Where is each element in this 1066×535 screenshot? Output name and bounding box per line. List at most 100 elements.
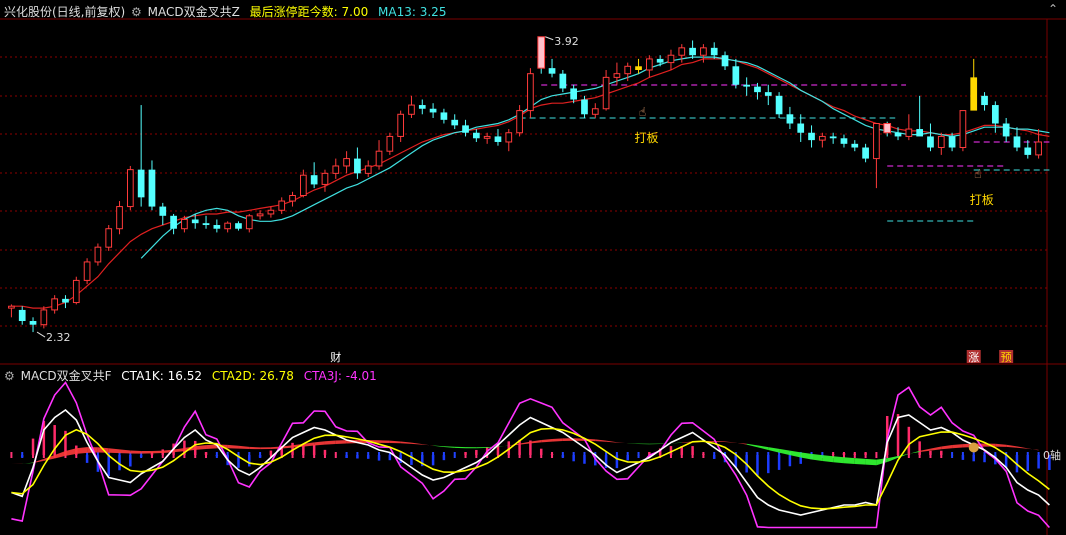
candle-body bbox=[537, 36, 546, 69]
candle-body bbox=[862, 147, 869, 159]
macd-ribbon-segment bbox=[779, 448, 790, 456]
candle-body bbox=[278, 200, 286, 211]
candle-body bbox=[991, 105, 999, 124]
candle-body bbox=[764, 92, 772, 96]
macd-header: ⚙ MACD双金叉共F CTA1K: 16.52 CTA2D: 26.78 CT… bbox=[4, 367, 377, 384]
candle-body bbox=[581, 99, 588, 115]
candle-body bbox=[94, 246, 102, 263]
macd-ribbon-segment bbox=[811, 453, 823, 462]
macd-ribbon-segment bbox=[789, 450, 801, 458]
macd-ribbon-segment bbox=[173, 448, 185, 453]
candle-body bbox=[700, 47, 707, 56]
macd-ribbon-segment bbox=[454, 446, 466, 449]
macd-ribbon-segment bbox=[249, 446, 261, 450]
macd-ribbon-segment bbox=[1016, 446, 1028, 449]
macd-ribbon-segment bbox=[108, 448, 120, 454]
candle-body bbox=[808, 132, 815, 141]
candle-body bbox=[170, 215, 177, 229]
macd-ribbon-segment bbox=[379, 440, 390, 443]
macd-ribbon-segment bbox=[238, 445, 250, 450]
macd-ribbon-segment bbox=[119, 449, 131, 454]
candle-body bbox=[354, 158, 361, 174]
macd-ribbon-segment bbox=[616, 442, 628, 444]
candle-body bbox=[970, 77, 978, 111]
candle-body bbox=[289, 194, 296, 202]
candle-body bbox=[721, 55, 729, 67]
macd-ribbon-segment bbox=[854, 458, 866, 465]
candle-body bbox=[948, 136, 956, 148]
cta1k-line bbox=[11, 408, 1050, 516]
candle-body bbox=[818, 135, 826, 141]
macd-ribbon-segment bbox=[800, 452, 812, 460]
ma13-line bbox=[140, 56, 1050, 259]
macd-ribbon-segment bbox=[746, 443, 758, 448]
candle-body bbox=[645, 58, 653, 71]
candle-body bbox=[624, 65, 632, 75]
candle-body bbox=[462, 125, 469, 133]
daban-annotation: 打板 bbox=[635, 131, 659, 145]
candle-body bbox=[570, 88, 578, 100]
candle-body bbox=[213, 225, 221, 229]
candle-body bbox=[743, 84, 751, 87]
candle-body bbox=[483, 135, 491, 139]
macd-ribbon-segment bbox=[843, 457, 855, 465]
candle-body bbox=[137, 169, 145, 198]
candle-body bbox=[1013, 136, 1021, 148]
candle-body bbox=[678, 47, 686, 56]
settings-icon[interactable]: ⚙ bbox=[131, 5, 142, 19]
candle-body bbox=[613, 73, 621, 78]
macd-ribbon-segment bbox=[335, 440, 347, 444]
stock-title[interactable]: 兴化股份(日线,前复权) bbox=[4, 5, 125, 19]
candle-body bbox=[548, 68, 556, 74]
macd-ribbon-segment bbox=[768, 447, 780, 453]
macd-ribbon-segment bbox=[443, 446, 455, 448]
macd-ribbon-segment bbox=[649, 443, 661, 445]
candle-body bbox=[256, 213, 264, 217]
candle-body bbox=[894, 132, 902, 137]
candle-body bbox=[472, 132, 480, 139]
candle-body bbox=[635, 66, 642, 70]
high-pointer bbox=[545, 36, 554, 41]
low-pointer bbox=[36, 331, 46, 338]
candle-body bbox=[18, 309, 26, 322]
candle-body bbox=[397, 113, 405, 137]
candle-body bbox=[981, 95, 988, 106]
candle-body bbox=[937, 135, 945, 149]
macd-ribbon-segment bbox=[757, 445, 769, 450]
candle-body bbox=[927, 136, 934, 148]
macd-ribbon-segment bbox=[995, 443, 1007, 447]
candle-body bbox=[116, 206, 123, 230]
candle-body bbox=[386, 135, 394, 152]
stock-chart[interactable]: 3.92 2.32 打板 ☝ 打板 ☝ 财 涨 预 0轴 bbox=[0, 0, 1066, 535]
candle-body bbox=[148, 169, 156, 207]
candle-body bbox=[851, 143, 859, 148]
macd-ribbon-segment bbox=[195, 445, 207, 450]
candle-body bbox=[159, 206, 167, 216]
candle-body bbox=[83, 261, 91, 281]
macd-indicator-name[interactable]: MACD双金叉共F bbox=[21, 369, 112, 383]
candle-body bbox=[710, 47, 718, 56]
macd-ribbon-segment bbox=[76, 447, 88, 454]
macd-ribbon-segment bbox=[865, 458, 877, 466]
macd-ribbon-segment bbox=[552, 438, 563, 442]
zero-axis-dot bbox=[10, 452, 13, 458]
candle-body bbox=[494, 136, 502, 142]
macd-ribbon-segment bbox=[314, 441, 325, 446]
macd-ribbon-segment bbox=[141, 450, 152, 454]
macd-ribbon-segment bbox=[941, 445, 953, 450]
macd-ribbon-segment bbox=[465, 447, 477, 449]
hand-pointer-icon: ☝ bbox=[974, 167, 981, 181]
candle-body bbox=[429, 108, 437, 113]
macd-ribbon-segment bbox=[206, 444, 217, 449]
indicator-name[interactable]: MACD双金叉共Z bbox=[148, 5, 240, 19]
macd-ribbon-segment bbox=[735, 442, 747, 445]
settings-icon[interactable]: ⚙ bbox=[4, 369, 15, 383]
collapse-icon[interactable]: ⌃ bbox=[1048, 2, 1058, 16]
candle-body bbox=[732, 66, 740, 85]
candle-body bbox=[1024, 147, 1032, 155]
candle-body bbox=[343, 158, 350, 167]
zero-axis-label: 0轴 bbox=[1043, 448, 1061, 462]
event-marker: 预 bbox=[1001, 351, 1012, 364]
macd-ribbon-segment bbox=[227, 444, 239, 449]
cta1k-label: CTA1K: 16.52 bbox=[121, 369, 202, 383]
